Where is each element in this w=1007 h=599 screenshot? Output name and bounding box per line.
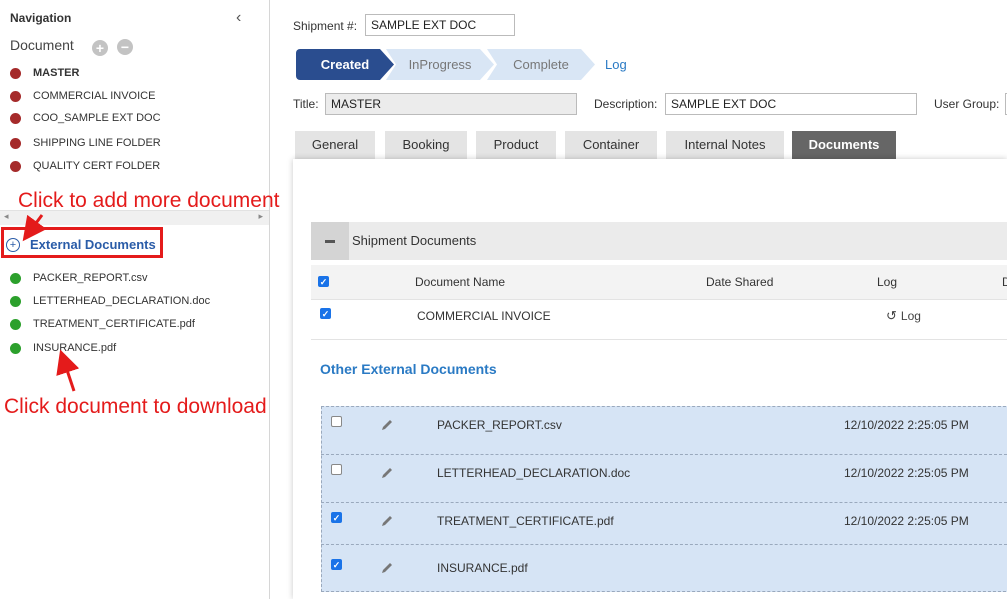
- step-created[interactable]: Created: [296, 49, 394, 80]
- collapse-section-button[interactable]: [311, 222, 349, 260]
- tab-documents[interactable]: Documents: [792, 131, 896, 159]
- title-field[interactable]: MASTER: [325, 93, 577, 115]
- row-log-link[interactable]: ↺ Log: [886, 308, 921, 324]
- external-document-date: 12/10/2022 2:25:05 PM: [844, 514, 969, 528]
- column-date-shared: Date Shared: [706, 275, 774, 289]
- row-checkbox[interactable]: ✓: [320, 308, 331, 319]
- external-document-date: 12/10/2022 2:25:05 PM: [844, 466, 969, 480]
- annotation-arrows-icon: [22, 214, 80, 392]
- row-divider: [311, 339, 1007, 340]
- external-document-name[interactable]: TREATMENT_CERTIFICATE.pdf: [437, 514, 614, 528]
- edit-pencil-icon[interactable]: [380, 466, 394, 480]
- edit-pencil-icon[interactable]: [380, 561, 394, 575]
- shipment-number-label: Shipment #:: [293, 19, 358, 33]
- edit-pencil-icon[interactable]: [380, 514, 394, 528]
- edit-pencil-icon[interactable]: [380, 418, 394, 432]
- row-checkbox[interactable]: [331, 416, 342, 427]
- tab-product[interactable]: Product: [476, 131, 556, 159]
- tab-general[interactable]: General: [295, 131, 375, 159]
- title-label: Title:: [293, 97, 319, 111]
- row-divider: [321, 502, 1007, 503]
- minus-icon: [325, 239, 335, 243]
- shipment-documents-title: Shipment Documents: [352, 233, 477, 248]
- history-icon: ↺: [886, 308, 897, 323]
- tab-internal-notes[interactable]: Internal Notes: [666, 131, 784, 159]
- external-document-date: 12/10/2022 2:25:05 PM: [844, 418, 969, 432]
- column-log: Log: [877, 275, 898, 289]
- external-document-name[interactable]: PACKER_REPORT.csv: [437, 418, 562, 432]
- step-complete[interactable]: Complete: [487, 49, 595, 80]
- row-checkbox[interactable]: [331, 464, 342, 475]
- step-inprogress[interactable]: InProgress: [386, 49, 494, 80]
- description-field[interactable]: SAMPLE EXT DOC: [665, 93, 917, 115]
- user-group-label: User Group:: [934, 97, 1000, 111]
- shipment-number-field[interactable]: SAMPLE EXT DOC: [365, 14, 515, 36]
- row-checkbox[interactable]: ✓: [331, 559, 342, 570]
- tab-container[interactable]: Container: [565, 131, 657, 159]
- tab-booking[interactable]: Booking: [385, 131, 467, 159]
- row-checkbox[interactable]: ✓: [331, 512, 342, 523]
- row-divider: [321, 454, 1007, 455]
- external-documents-dropzone[interactable]: [321, 406, 1007, 592]
- other-external-documents-title: Other External Documents: [320, 361, 497, 377]
- row-log-label: Log: [900, 309, 921, 323]
- description-label: Description:: [594, 97, 658, 111]
- external-document-name[interactable]: INSURANCE.pdf: [437, 561, 528, 575]
- document-name-cell[interactable]: COMMERCIAL INVOICE: [417, 309, 551, 323]
- row-divider: [321, 544, 1007, 545]
- column-document-name: Document Name: [415, 275, 506, 289]
- column-d: D: [1002, 275, 1007, 289]
- select-all-checkbox[interactable]: ✓: [318, 276, 329, 287]
- external-document-name[interactable]: LETTERHEAD_DECLARATION.doc: [437, 466, 630, 480]
- log-link[interactable]: Log: [605, 57, 627, 72]
